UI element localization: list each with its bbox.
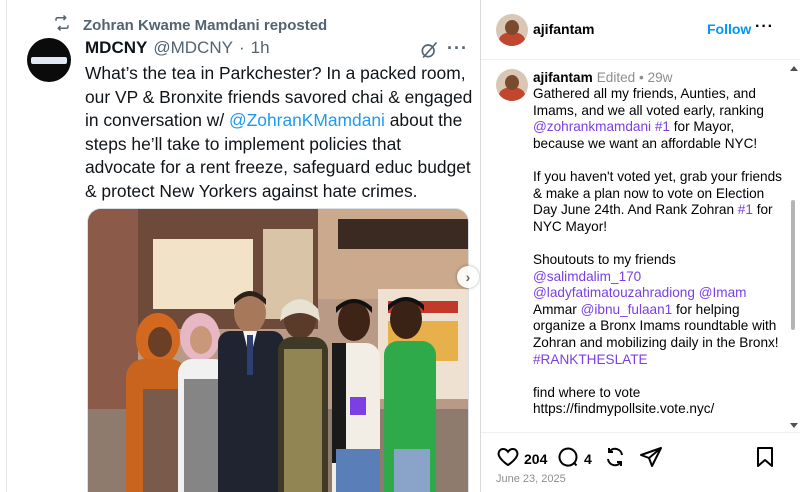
tweet-time[interactable]: 1h [251,38,270,58]
caption-paragraph: Shoutouts to my friends @salimdalim_170 … [533,252,785,368]
share-button[interactable] [639,445,663,472]
author-avatar[interactable] [27,38,71,82]
header-username[interactable]: ajifantam [533,21,594,37]
repost-button[interactable] [603,445,627,472]
tweet-mention-link[interactable]: @ZohranKMamdani [229,110,385,130]
caption-tag-link[interactable]: @ladyfatimatouzahradiong [533,285,695,300]
scroll-down-arrow[interactable] [790,423,798,428]
action-bar: 204 4 June 23, 2025 [481,432,800,492]
repost-label: Zohran Kwame Mamdani reposted [83,16,328,34]
heart-icon [496,445,520,472]
more-icon[interactable]: ··· [447,38,468,59]
tweet-header: MDCNY @MDCNY · 1h [85,38,270,58]
scrollbar-thumb[interactable] [791,200,795,330]
repost-icon [603,445,627,472]
instagram-panel: ajifantam Follow ··· ajifantam Edited • … [481,0,800,492]
comment-count: 4 [584,450,592,467]
caption-tag-link[interactable]: @zohrankmamdani #1 [533,119,670,134]
scroll-up-arrow[interactable] [790,66,798,71]
like-count: 204 [524,450,548,467]
avatar[interactable] [496,14,528,46]
caption-paragraph: find where to vote https://findmypollsit… [533,384,715,417]
like-button[interactable]: 204 [496,445,547,472]
caption-text: Gathered all my friends, Aunties, and Im… [533,86,785,432]
caption-username[interactable]: ajifantam [533,70,593,85]
repost-icon [53,14,71,36]
caption-avatar[interactable] [496,69,528,101]
bookmark-icon [753,445,777,472]
caption-paragraph: Gathered all my friends, Aunties, and Im… [533,86,785,152]
caption-tag-link[interactable]: @ibnu_fulaan1 [581,302,673,317]
more-icon[interactable]: ··· [755,18,774,36]
caption-paragraph: If you haven't voted yet, grab your frie… [533,169,785,235]
instagram-header: ajifantam Follow ··· [481,0,800,60]
author-handle[interactable]: @MDCNY [153,38,233,58]
caption-text-run: Ammar [533,301,581,317]
caption-text-run: Gathered all my friends, Aunties, and Im… [533,86,764,118]
caption-tag-link[interactable]: @Imam [699,285,747,300]
caption-meta: Edited • 29w [596,70,673,85]
tweet-photo[interactable] [87,208,469,492]
caption-header: ajifantam Edited • 29w [533,70,672,85]
save-button[interactable] [753,445,777,472]
repost-indicator[interactable]: Zohran Kwame Mamdani reposted [53,14,327,36]
tweet-text: What’s the tea in Parkchester? In a pack… [85,62,475,203]
comment-button[interactable]: 4 [556,445,592,472]
caption-text-run: Shoutouts to my friends [533,251,676,267]
post-date[interactable]: June 23, 2025 [496,473,566,485]
follow-button[interactable]: Follow [707,21,751,37]
grok-icon[interactable] [419,40,439,60]
comment-icon [556,445,580,472]
caption-tag-link[interactable]: @salimdalim_170 [533,269,641,284]
caption-tag-link[interactable]: #RANKTHESLATE [533,352,648,367]
separator-dot: · [238,38,245,57]
share-icon [639,445,663,472]
caption-scroll-area[interactable]: ajifantam Edited • 29w Gathered all my f… [481,60,800,432]
author-name[interactable]: MDCNY [85,38,147,58]
tweet-card[interactable]: Zohran Kwame Mamdani reposted MDCNY @MDC… [6,0,480,492]
chevron-right-icon[interactable]: › [457,266,479,288]
caption-tag-link[interactable]: #1 [738,202,753,217]
